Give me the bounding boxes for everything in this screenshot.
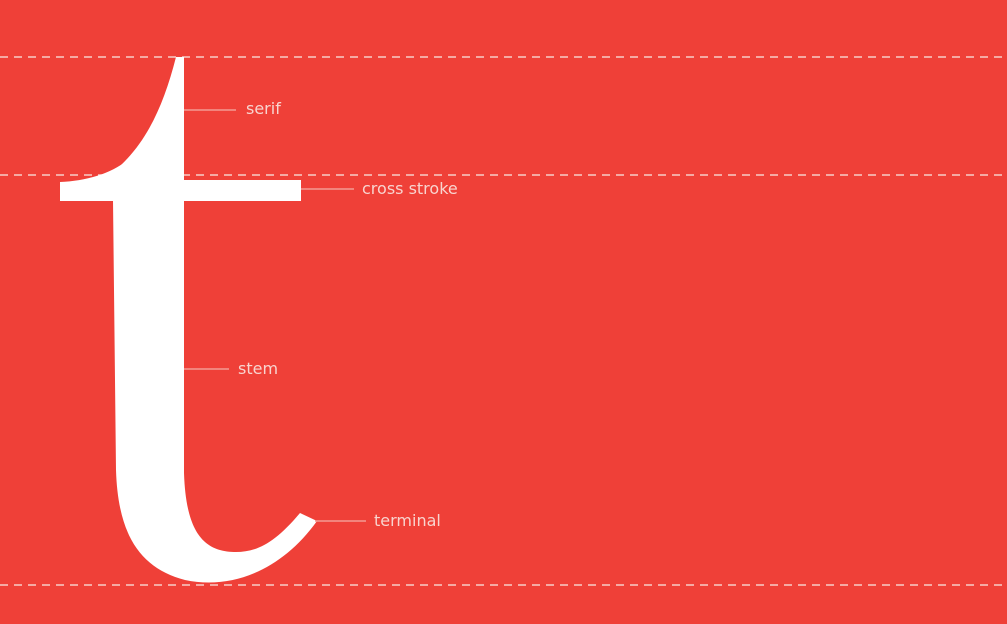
serif-label: serif — [246, 99, 281, 118]
cross-stroke-label: cross stroke — [362, 179, 458, 198]
typography-anatomy-diagram — [0, 0, 1007, 624]
terminal-label: terminal — [374, 511, 441, 530]
stem-label: stem — [238, 359, 279, 378]
